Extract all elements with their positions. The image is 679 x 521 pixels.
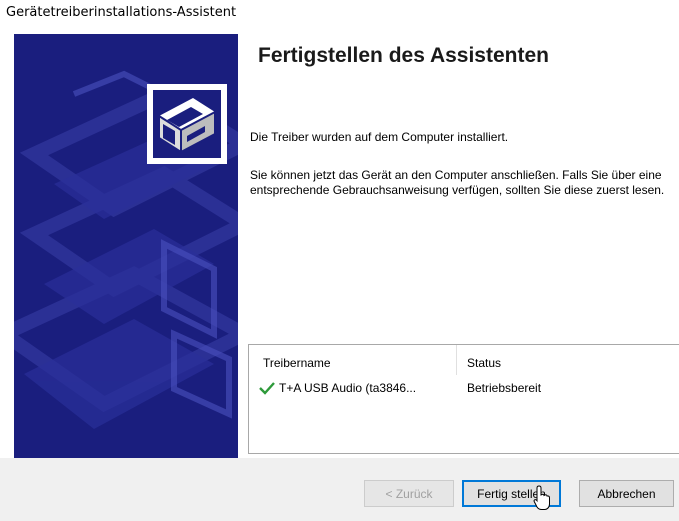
wizard-content: Fertigstellen des Assistenten Die Treibe…	[238, 34, 679, 458]
page-title: Fertigstellen des Assistenten	[258, 44, 549, 67]
column-header-driver-name[interactable]: Treibername	[263, 356, 331, 370]
column-header-status[interactable]: Status	[467, 356, 501, 370]
title-bar: Gerätetreiberinstallations-Assistent	[0, 0, 679, 30]
device-install-icon	[153, 90, 221, 158]
wizard-side-banner	[14, 34, 238, 458]
driver-list[interactable]: Treibername Status T+A USB Audio (ta3846…	[248, 344, 679, 454]
table-row[interactable]: T+A USB Audio (ta3846... Betriebsbereit	[249, 378, 679, 398]
green-check-icon	[259, 381, 275, 400]
device-logo	[147, 84, 227, 164]
cancel-button[interactable]: Abbrechen	[579, 480, 674, 507]
hand-cursor-icon	[533, 485, 550, 510]
wizard-footer: < Zurück Fertig stellen Abbrechen	[0, 458, 679, 521]
window-title: Gerätetreiberinstallations-Assistent	[6, 5, 237, 20]
driver-name: T+A USB Audio (ta3846...	[279, 381, 417, 395]
install-status-text: Die Treiber wurden auf dem Computer inst…	[250, 130, 509, 144]
instructions-text: Sie können jetzt das Gerät an den Comput…	[250, 168, 665, 197]
column-divider	[456, 345, 457, 375]
back-button[interactable]: < Zurück	[364, 480, 454, 507]
driver-status: Betriebsbereit	[467, 381, 542, 395]
